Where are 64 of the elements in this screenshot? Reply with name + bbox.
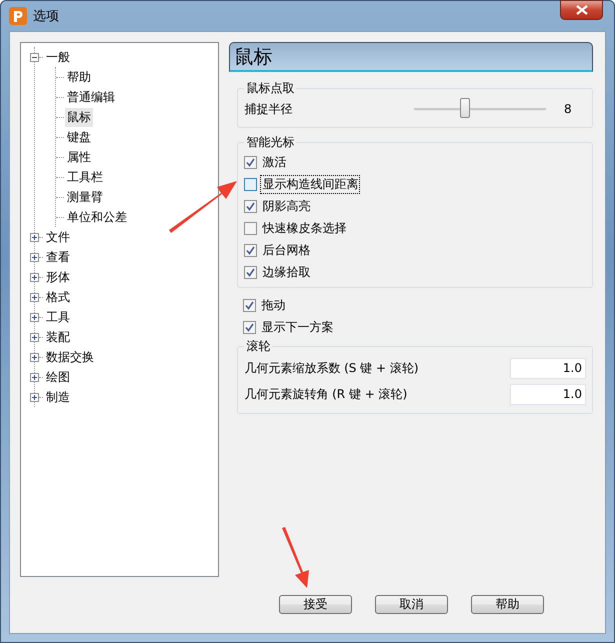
expand-icon[interactable] <box>30 292 39 302</box>
tree-item[interactable]: 查看 <box>44 248 72 266</box>
expand-icon[interactable] <box>30 232 39 242</box>
field-label: 几何元素缩放系数 (S 键 + 滚轮) <box>244 360 419 376</box>
checkbox-label[interactable]: 快速橡皮条选择 <box>260 218 348 238</box>
checkbox-label[interactable]: 激活 <box>260 152 288 172</box>
group-title: 滚轮 <box>245 338 272 355</box>
group-title: 鼠标点取 <box>245 80 296 97</box>
tree-item[interactable]: 绘图 <box>44 368 72 386</box>
checkbox-label[interactable]: 显示构造线间距离 <box>260 174 360 194</box>
slider-value: 8 <box>564 102 573 116</box>
dialog-button[interactable]: 取消 <box>375 595 448 614</box>
expand-icon[interactable] <box>30 312 39 322</box>
expand-icon[interactable] <box>30 352 39 362</box>
tree-item[interactable]: 工具 <box>44 308 72 326</box>
checkbox-label[interactable]: 阴影高亮 <box>260 196 312 216</box>
tree-item[interactable]: 装配 <box>44 328 72 346</box>
checked-checkbox[interactable] <box>244 244 258 256</box>
tree-item[interactable]: 普通编辑 <box>65 88 117 106</box>
annotation-arrow <box>169 181 237 233</box>
app-logo-icon <box>9 7 27 25</box>
tree-item[interactable]: 单位和公差 <box>65 208 129 226</box>
tree-item[interactable]: 键盘 <box>65 128 93 146</box>
checkbox[interactable] <box>244 178 258 190</box>
tree-item[interactable]: 鼠标 <box>65 108 93 126</box>
tree-item[interactable]: 测量臂 <box>65 188 105 206</box>
checkbox-label[interactable]: 显示下一方案 <box>259 318 336 336</box>
page-title: 鼠标 <box>234 44 272 70</box>
tree-item[interactable]: 文件 <box>44 228 72 246</box>
tree-item[interactable]: 制造 <box>44 388 72 406</box>
checkbox-label[interactable]: 边缘拾取 <box>260 262 312 282</box>
collapse-icon[interactable] <box>30 52 39 62</box>
checked-checkbox[interactable] <box>244 200 258 212</box>
number-field[interactable]: 1.0 <box>510 384 586 404</box>
checkbox-label[interactable]: 后台网格 <box>260 240 312 260</box>
slider-thumb[interactable] <box>460 98 470 118</box>
annotation-arrow <box>282 527 309 588</box>
tree-item[interactable]: 一般 <box>44 48 72 66</box>
expand-icon[interactable] <box>30 372 39 382</box>
tree-item[interactable]: 属性 <box>65 148 93 166</box>
slider-label: 捕捉半径 <box>244 100 294 118</box>
checked-checkbox[interactable] <box>243 320 256 334</box>
dialog-button[interactable]: 帮助 <box>471 595 544 614</box>
expand-icon[interactable] <box>30 272 39 282</box>
dialog-button[interactable]: 接受 <box>279 595 352 614</box>
group-title: 智能光标 <box>245 134 296 151</box>
tree-item[interactable]: 工具栏 <box>65 168 105 186</box>
checked-checkbox[interactable] <box>244 156 258 168</box>
window-title: 选项 <box>33 8 59 25</box>
checked-checkbox[interactable] <box>243 298 256 312</box>
tree-item[interactable]: 格式 <box>44 288 72 306</box>
tree-item[interactable]: 数据交换 <box>44 348 96 366</box>
field-label: 几何元素旋转角 (R 键 + 滚轮) <box>244 386 408 402</box>
checkbox-label[interactable]: 拖动 <box>259 296 288 314</box>
tree-item[interactable]: 帮助 <box>65 68 93 86</box>
checked-checkbox[interactable] <box>244 266 258 278</box>
checkbox[interactable] <box>244 222 258 234</box>
number-field[interactable]: 1.0 <box>510 358 586 378</box>
tree-item[interactable]: 形体 <box>44 268 72 286</box>
expand-icon[interactable] <box>30 392 39 402</box>
close-button[interactable] <box>560 0 603 20</box>
close-icon <box>576 5 588 15</box>
expand-icon[interactable] <box>30 332 39 342</box>
expand-icon[interactable] <box>30 252 39 262</box>
